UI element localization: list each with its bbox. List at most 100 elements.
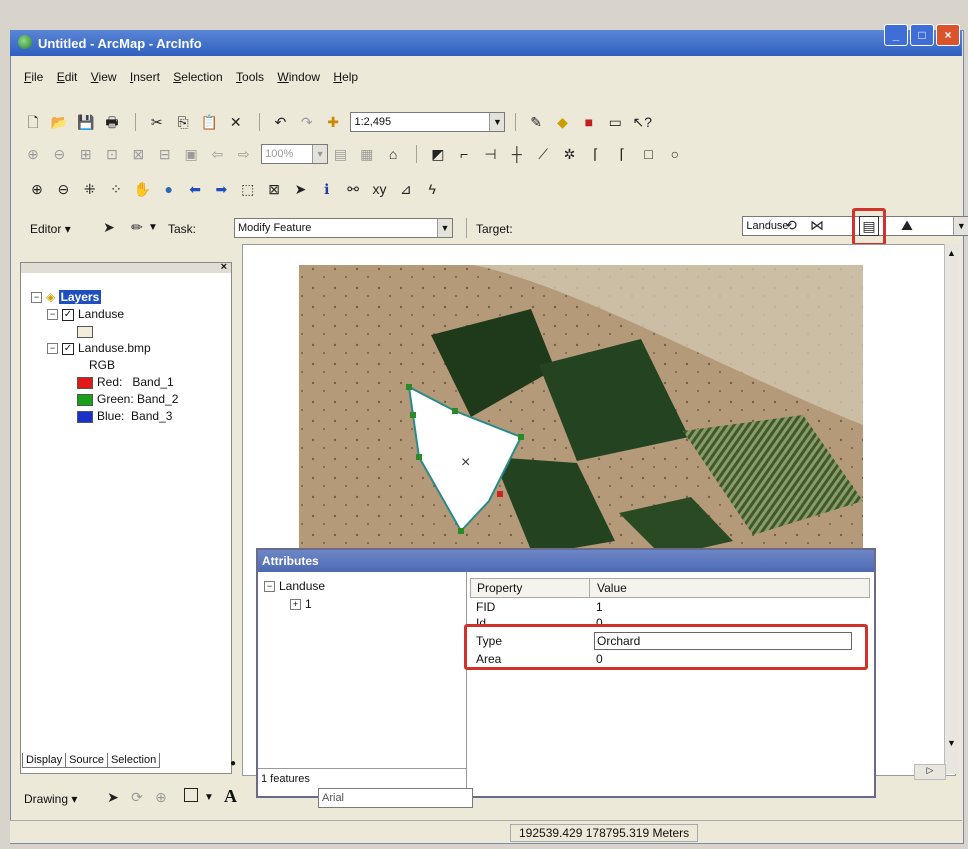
find-binoculars-icon[interactable]: ⚯ <box>344 180 362 198</box>
previous-extent-layout-icon[interactable]: ⇦ <box>208 145 226 163</box>
attributes-button-icon[interactable]: ▤ <box>859 216 879 236</box>
split-tool-icon[interactable]: ⋈ <box>808 216 826 234</box>
sketch-vertex[interactable] <box>518 434 524 440</box>
fixed-zoom-out-icon[interactable]: ⊟ <box>156 145 174 163</box>
collapse-icon[interactable]: − <box>47 309 58 321</box>
text-tool-icon[interactable]: A <box>224 786 237 807</box>
full-page-icon[interactable]: ⊡ <box>103 145 121 163</box>
paste-icon[interactable]: 📋 <box>200 113 218 131</box>
arctoolbox-icon[interactable]: ■ <box>580 113 598 131</box>
menu-edit[interactable]: Edit <box>57 70 78 84</box>
rectangle-icon[interactable]: □ <box>640 145 658 163</box>
editor-menu[interactable]: Editor ▾ <box>30 222 71 236</box>
tree-layer-landuse[interactable]: − Landuse <box>264 578 325 595</box>
sketch-vertex[interactable] <box>452 408 458 414</box>
print-icon[interactable]: 🖶 <box>103 113 121 131</box>
tab-source[interactable]: Source <box>65 753 108 768</box>
sketch-vertex[interactable] <box>416 454 422 460</box>
menu-insert[interactable]: Insert <box>130 70 160 84</box>
scroll-up-icon[interactable]: ▲ <box>947 248 956 258</box>
layers-label[interactable]: Layers <box>58 290 102 304</box>
focus-data-frame-icon[interactable]: ▦ <box>358 145 376 163</box>
editor-toolbar-icon[interactable]: ✎ <box>527 113 545 131</box>
blue-swatch[interactable] <box>77 410 93 423</box>
rectangle-tool-icon[interactable] <box>184 788 198 802</box>
chevron-down-icon[interactable]: ▼ <box>312 145 328 163</box>
attributes-title-bar[interactable]: Attributes <box>258 550 874 572</box>
go-to-xy-icon[interactable]: xy <box>370 180 388 198</box>
next-extent-layout-icon[interactable]: ⇨ <box>235 145 253 163</box>
reshape-edge-icon[interactable]: ⟋ <box>534 145 552 163</box>
select-features-icon[interactable]: ⬚ <box>239 180 257 198</box>
toc-title-bar[interactable]: × <box>21 261 231 273</box>
circle-icon[interactable]: ○ <box>666 145 684 163</box>
layer-visibility-checkbox[interactable]: ✓ <box>62 308 74 321</box>
sketch-vertex[interactable] <box>406 384 412 390</box>
layer-landuse-bmp[interactable]: − ✓ Landuse.bmp <box>31 340 178 357</box>
rotate-icon[interactable]: ⟲ <box>782 216 800 234</box>
layout-view-toggle-icon[interactable]: ● <box>230 758 236 769</box>
zoom-out-icon[interactable]: ⊖ <box>54 180 72 198</box>
whats-this-icon[interactable]: ↖? <box>633 113 653 131</box>
zoom-whole-page-icon[interactable]: ▣ <box>182 145 200 163</box>
sketch-vertex[interactable] <box>458 528 464 534</box>
minimize-button[interactable]: _ <box>884 24 908 46</box>
landuse-symbol[interactable] <box>31 323 178 340</box>
scroll-right-icon[interactable]: ▷ <box>914 764 946 780</box>
open-folder-icon[interactable]: 📂 <box>50 113 68 131</box>
arccatalog-icon[interactable]: ◆ <box>554 113 572 131</box>
expand-icon[interactable]: + <box>290 599 301 611</box>
scroll-down-icon[interactable]: ▼ <box>947 738 956 748</box>
maximize-button[interactable]: □ <box>910 24 934 46</box>
tree-feature-1[interactable]: +1 <box>290 596 312 613</box>
collapse-icon[interactable]: − <box>31 292 42 304</box>
column-property[interactable]: Property <box>477 579 522 597</box>
hyperlink-lightning-icon[interactable]: ϟ <box>423 180 441 198</box>
clear-selection-icon[interactable]: ⊠ <box>265 180 283 198</box>
fixed-zoom-out-map-icon[interactable]: ⁘ <box>107 180 125 198</box>
show-shared-features-icon[interactable]: ⊣ <box>482 145 500 163</box>
layer-visibility-checkbox[interactable]: ✓ <box>62 342 74 355</box>
shape-dropdown-icon[interactable]: ▼ <box>204 792 214 803</box>
zoom-in-layout-icon[interactable]: ⊕ <box>24 145 42 163</box>
zoom-to-selected-icon[interactable]: ⊕ <box>152 788 170 806</box>
layer-landuse[interactable]: − ✓ Landuse <box>31 306 178 323</box>
sketch-segment-icon[interactable]: ⟋ <box>758 216 776 234</box>
topology-edit-tool-icon[interactable]: ⌐ <box>455 145 473 163</box>
forward-arrow-icon[interactable]: ➡ <box>212 180 230 198</box>
menu-window[interactable]: Window <box>277 70 320 84</box>
chevron-down-icon[interactable]: ▼ <box>437 219 452 237</box>
menu-file[interactable]: File <box>24 70 43 84</box>
menu-view[interactable]: View <box>91 70 117 84</box>
sketch-pencil-icon[interactable]: ✏ <box>128 218 146 236</box>
map-vertical-scrollbar[interactable]: ▲ ▼ <box>944 244 959 774</box>
back-arrow-icon[interactable]: ⬅ <box>186 180 204 198</box>
save-icon[interactable]: 💾 <box>77 113 95 131</box>
validate-topology-icon[interactable]: ⌈ <box>613 145 631 163</box>
green-swatch[interactable] <box>77 393 93 406</box>
pan-layout-icon[interactable]: ⊞ <box>77 145 95 163</box>
construct-features-icon[interactable]: ✲ <box>561 145 579 163</box>
chevron-down-icon[interactable]: ▼ <box>489 113 505 131</box>
tab-display[interactable]: Display <box>22 753 67 768</box>
select-elements-icon[interactable]: ➤ <box>104 788 122 806</box>
sketch-dropdown-icon[interactable]: ▼ <box>148 222 158 233</box>
command-line-icon[interactable]: ▭ <box>606 113 624 131</box>
column-divider[interactable] <box>589 579 590 597</box>
full-extent-globe-icon[interactable]: ● <box>160 180 178 198</box>
delete-icon[interactable]: ✕ <box>227 113 245 131</box>
collapse-icon[interactable]: − <box>47 343 58 355</box>
title-bar[interactable]: Untitled - ArcMap - ArcInfo <box>10 30 962 56</box>
identify-icon[interactable]: ℹ <box>318 180 336 198</box>
sketch-vertex[interactable] <box>497 491 503 497</box>
tree-root[interactable]: − ◈ Layers <box>31 289 178 306</box>
sketch-properties-icon[interactable]: ⛰ <box>898 216 916 234</box>
zoom-in-icon[interactable]: ⊕ <box>28 180 46 198</box>
close-icon[interactable]: × <box>221 261 227 273</box>
task-combo[interactable]: Modify Feature ▼ <box>234 218 453 238</box>
collapse-icon[interactable]: − <box>264 581 275 593</box>
menu-tools[interactable]: Tools <box>236 70 264 84</box>
zoom-out-layout-icon[interactable]: ⊖ <box>50 145 68 163</box>
cut-icon[interactable]: ✂ <box>148 113 166 131</box>
undo-icon[interactable]: ↶ <box>271 113 289 131</box>
